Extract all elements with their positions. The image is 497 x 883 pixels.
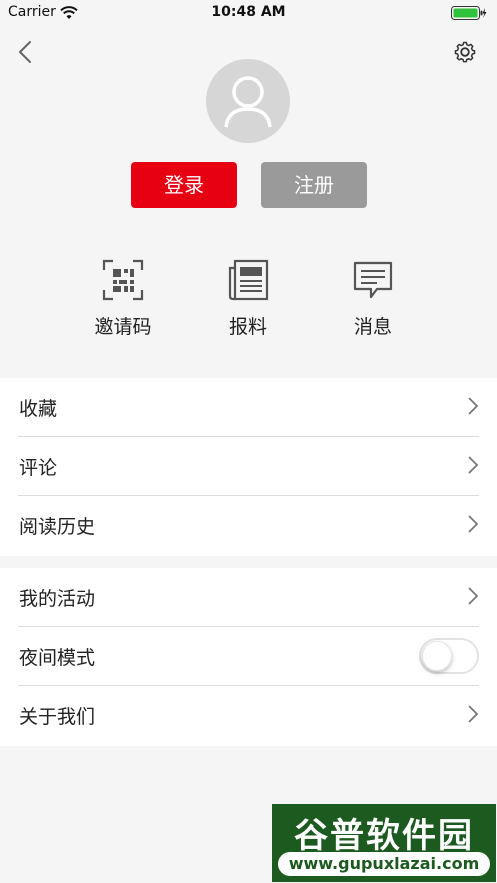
menu-item-label: 关于我们 [19, 706, 96, 728]
menu-group-secondary: 我的活动 夜间模式 关于我们 [0, 568, 497, 746]
menu-item-label: 夜间模式 [19, 647, 96, 669]
chevron-right-icon [468, 515, 479, 533]
chevron-right-icon [468, 705, 479, 723]
menu-item-about-us[interactable]: 关于我们 [18, 686, 479, 745]
menu-item-favorites[interactable]: 收藏 [18, 378, 479, 437]
back-button[interactable] [12, 36, 40, 68]
toggle-knob [422, 641, 452, 671]
quick-action-label: 报料 [228, 316, 267, 338]
quick-action-label: 消息 [353, 316, 392, 338]
settings-button[interactable] [451, 38, 479, 66]
newspaper-icon [226, 258, 270, 302]
watermark-logo: 谷普软件园 www.gupuxlazai.com [272, 804, 496, 882]
menu-item-my-activities[interactable]: 我的活动 [18, 568, 479, 627]
user-avatar-icon [224, 76, 272, 128]
status-bar: Carrier 10:48 AM [0, 0, 497, 26]
clock-time: 10:48 AM [211, 4, 286, 20]
menu-item-label: 收藏 [19, 398, 58, 420]
login-button[interactable]: 登录 [131, 162, 237, 208]
message-icon [351, 258, 395, 302]
quick-action-label: 邀请码 [94, 316, 152, 338]
menu-item-comments[interactable]: 评论 [18, 437, 479, 496]
battery-icon [451, 5, 487, 25]
quick-action-messages[interactable]: 消息 [323, 258, 423, 339]
chevron-right-icon [468, 397, 479, 415]
chevron-right-icon [468, 456, 479, 474]
night-mode-toggle[interactable] [419, 638, 479, 674]
gear-icon [454, 41, 476, 63]
menu-item-night-mode: 夜间模式 [18, 627, 479, 686]
chevron-right-icon [468, 587, 479, 605]
qr-code-icon [101, 258, 145, 302]
watermark-url: www.gupuxlazai.com [278, 852, 490, 876]
avatar[interactable] [206, 59, 290, 143]
quick-action-invite-code[interactable]: 邀请码 [73, 258, 173, 339]
watermark-title: 谷普软件园 [294, 816, 474, 856]
menu-group-primary: 收藏 评论 阅读历史 [0, 378, 497, 556]
register-button[interactable]: 注册 [261, 162, 367, 208]
chevron-left-icon [19, 41, 31, 63]
menu-item-label: 评论 [19, 457, 58, 479]
menu-item-reading-history[interactable]: 阅读历史 [18, 496, 479, 555]
menu-item-label: 我的活动 [19, 588, 96, 610]
quick-action-report[interactable]: 报料 [198, 258, 298, 339]
profile-header: 登录 注册 邀请码 报料 消息 [0, 26, 497, 366]
menu-item-label: 阅读历史 [19, 516, 96, 538]
